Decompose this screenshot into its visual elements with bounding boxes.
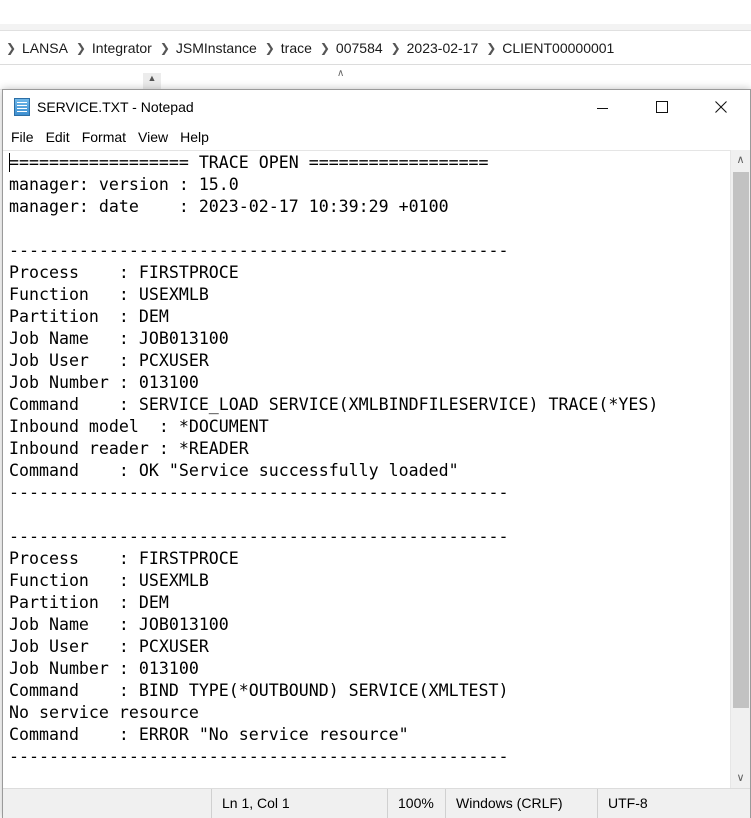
editor-line: Command : SERVICE_LOAD SERVICE(XMLBINDFI… — [9, 395, 659, 414]
status-cursor-position: Ln 1, Col 1 — [211, 789, 387, 818]
close-button[interactable] — [691, 90, 750, 124]
editor-line: Job Name : JOB013100 — [9, 329, 229, 348]
maximize-button[interactable] — [632, 90, 691, 124]
editor-line: manager: version : 15.0 — [9, 175, 239, 194]
menu-bar: File Edit Format View Help — [3, 124, 750, 150]
editor-line: Job Number : 013100 — [9, 373, 199, 392]
notepad-window: SERVICE.TXT - Notepad File Edit Format V… — [2, 89, 751, 818]
status-line-ending: Windows (CRLF) — [445, 789, 597, 818]
chevron-right-icon[interactable]: ❯ — [76, 41, 86, 55]
status-bar: Ln 1, Col 1 100% Windows (CRLF) UTF-8 — [3, 788, 750, 818]
editor-line: ----------------------------------------… — [9, 241, 509, 260]
close-icon — [714, 101, 727, 113]
editor-line: Command : OK "Service successfully loade… — [9, 461, 459, 480]
editor-line: Job User : PCXUSER — [9, 351, 209, 370]
editor-line: Process : FIRSTPROCE — [9, 549, 239, 568]
explorer-toolbar-area — [0, 0, 751, 25]
chevron-right-icon[interactable]: ❯ — [391, 41, 401, 55]
explorer-divider — [0, 24, 751, 31]
explorer-scroll-up-icon[interactable]: ▲ — [143, 73, 161, 89]
editor-line: Inbound model : *DOCUMENT — [9, 417, 269, 436]
editor-line: Process : FIRSTPROCE — [9, 263, 239, 282]
editor-line: Function : USEXMLB — [9, 571, 209, 590]
editor-line: ----------------------------------------… — [9, 527, 509, 546]
editor-line: Job User : PCXUSER — [9, 637, 209, 656]
text-caret — [9, 153, 10, 172]
minimize-icon — [597, 107, 608, 109]
scroll-up-icon[interactable]: ∧ — [731, 150, 750, 170]
chevron-right-icon[interactable]: ❯ — [160, 41, 170, 55]
breadcrumb-item-007584[interactable]: 007584 — [336, 40, 383, 56]
menu-file[interactable]: File — [3, 124, 40, 150]
vertical-scrollbar[interactable]: ∧ ∨ — [730, 150, 750, 788]
editor-line: Partition : DEM — [9, 307, 169, 326]
editor-line: Function : USEXMLB — [9, 285, 209, 304]
minimize-button[interactable] — [573, 90, 632, 124]
chevron-right-icon[interactable]: ❯ — [265, 41, 275, 55]
breadcrumb-item-lansa[interactable]: LANSA — [22, 40, 68, 56]
title-bar[interactable]: SERVICE.TXT - Notepad — [3, 90, 750, 124]
breadcrumb-item-date[interactable]: 2023-02-17 — [407, 40, 479, 56]
editor-lines: ================== TRACE OPEN ==========… — [9, 152, 658, 768]
status-encoding: UTF-8 — [597, 789, 750, 818]
scroll-down-icon[interactable]: ∨ — [731, 768, 750, 788]
editor-line: Job Name : JOB013100 — [9, 615, 229, 634]
window-title: SERVICE.TXT - Notepad — [37, 99, 194, 115]
editor-line: manager: date : 2023-02-17 10:39:29 +010… — [9, 197, 449, 216]
breadcrumb-item-trace[interactable]: trace — [281, 40, 312, 56]
menu-help[interactable]: Help — [174, 124, 215, 150]
chevron-right-icon[interactable]: ❯ — [320, 41, 330, 55]
chevron-right-icon[interactable]: ❯ — [6, 41, 16, 55]
editor-line: Command : ERROR "No service resource" — [9, 725, 409, 744]
editor-line: Inbound reader : *READER — [9, 439, 249, 458]
editor-line: Job Number : 013100 — [9, 659, 199, 678]
menu-format[interactable]: Format — [76, 124, 132, 150]
breadcrumb-item-client[interactable]: CLIENT00000001 — [502, 40, 614, 56]
chevron-right-icon[interactable]: ❯ — [486, 41, 496, 55]
scrollbar-thumb[interactable] — [733, 172, 749, 708]
text-editor[interactable]: ================== TRACE OPEN ==========… — [3, 150, 730, 789]
maximize-icon — [655, 101, 668, 113]
breadcrumb-item-jsminstance[interactable]: JSMInstance — [176, 40, 257, 56]
editor-line: ----------------------------------------… — [9, 747, 509, 766]
editor-line: ================== TRACE OPEN ==========… — [9, 153, 489, 172]
sort-caret-icon: ∧ — [337, 68, 345, 79]
editor-line: No service resource — [9, 703, 199, 722]
menu-edit[interactable]: Edit — [40, 124, 76, 150]
explorer-column-header — [0, 65, 751, 90]
editor-line: ----------------------------------------… — [9, 483, 509, 502]
editor-line: Command : BIND TYPE(*OUTBOUND) SERVICE(X… — [9, 681, 509, 700]
editor-line: Partition : DEM — [9, 593, 169, 612]
notepad-icon[interactable] — [14, 98, 30, 116]
breadcrumb[interactable]: ❯ LANSA ❯ Integrator ❯ JSMInstance ❯ tra… — [0, 31, 751, 65]
status-zoom: 100% — [387, 789, 445, 818]
menu-view[interactable]: View — [132, 124, 174, 150]
breadcrumb-item-integrator[interactable]: Integrator — [92, 40, 152, 56]
